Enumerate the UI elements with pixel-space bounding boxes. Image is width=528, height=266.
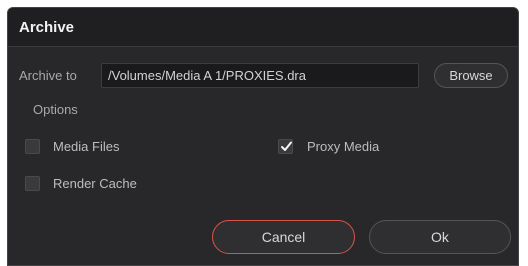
media-files-label: Media Files: [53, 139, 120, 154]
checkmark-icon: [281, 141, 292, 151]
ok-button[interactable]: Ok: [369, 220, 511, 254]
proxy-media-label: Proxy Media: [307, 139, 380, 154]
browse-button[interactable]: Browse: [434, 63, 508, 88]
render-cache-label: Render Cache: [53, 176, 137, 191]
archive-dialog: Archive Archive to /Volumes/Media A 1/PR…: [7, 7, 519, 266]
archive-to-label: Archive to: [19, 68, 77, 83]
options-label: Options: [33, 102, 78, 117]
dialog-titlebar: Archive: [8, 8, 518, 47]
archive-path-field[interactable]: /Volumes/Media A 1/PROXIES.dra: [101, 63, 419, 88]
cancel-button[interactable]: Cancel: [212, 220, 355, 254]
proxy-media-checkbox[interactable]: [278, 139, 293, 154]
dialog-title: Archive: [19, 19, 75, 36]
render-cache-checkbox[interactable]: [25, 176, 40, 191]
media-files-checkbox[interactable]: [25, 139, 40, 154]
